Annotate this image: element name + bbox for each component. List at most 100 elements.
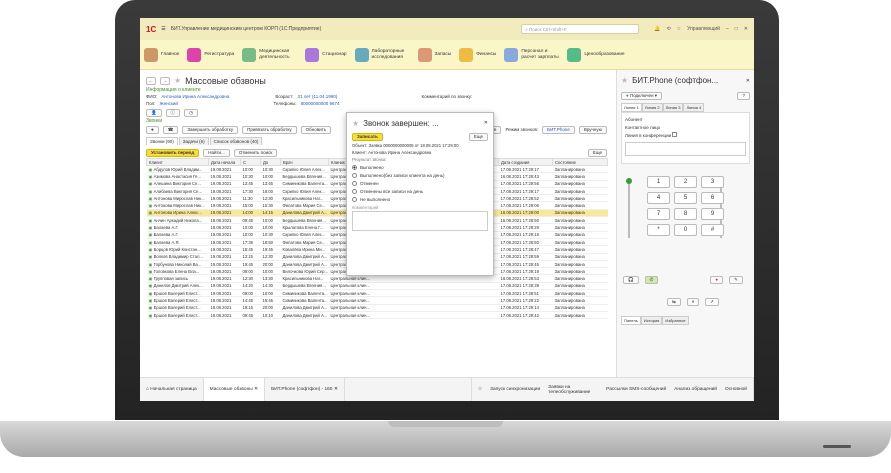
section-3[interactable]: Стационар [305,47,347,62]
fio-value[interactable]: Антонова Ирина Александровна [161,94,271,99]
conference-checkbox[interactable] [672,132,678,137]
info-icon[interactable]: ⓘ [165,108,181,117]
phone-icon[interactable]: ☎ [162,125,179,134]
column-header[interactable]: До [260,158,281,166]
volume-slider-left[interactable] [626,178,632,238]
radio-button[interactable] [352,164,357,170]
radio-button[interactable] [352,180,357,186]
section-8[interactable]: Ценообразование [567,47,625,62]
link-sync[interactable]: Запуск синхронизации [490,387,540,392]
section-6[interactable]: Финансы [459,47,496,62]
keypad-key[interactable]: 8 [674,208,697,220]
edit-icon[interactable]: ✎ [729,276,743,284]
favorite-star-icon[interactable]: ★ [174,76,181,85]
refresh-button[interactable]: Обновить [300,125,332,134]
dialog-more-button[interactable]: Еще [468,132,488,141]
section-0[interactable]: Главное [144,47,179,62]
section-5[interactable]: Запасы [417,47,451,62]
star-icon[interactable]: ☆ [677,26,681,32]
section-7[interactable]: Персонал и расчет зарплаты [504,47,559,62]
result-option[interactable]: Отменены все записи на день [352,187,488,195]
link-main[interactable]: Основной [725,387,747,392]
line-tab-3[interactable]: Линия 3 [662,103,684,112]
column-header[interactable]: Клиент [146,158,209,166]
radio-button[interactable] [352,188,357,194]
result-option[interactable]: Выполнено(без записи клиента на день) [352,171,488,179]
column-header[interactable]: Врач [280,158,329,166]
favorite-star-icon[interactable]: ★ [621,76,628,85]
column-header[interactable]: Дата начала [208,158,241,166]
cancel-search-button[interactable]: Отменить поиск [233,148,278,157]
result-option[interactable]: Не выполнено [352,195,488,203]
tab-calls[interactable]: Звонки (90) [146,137,178,145]
tab-bitphone[interactable]: БИТ.Phone (софтфон) - 160 ✕ [265,377,345,401]
table-row[interactable]: ▣ Ершов Валерий Елист... 19.08.2021 19:15 2… [146,304,608,312]
person-icon[interactable]: 👤 [146,108,162,117]
table-row[interactable]: ▣ Ершов Валерий Елист... 19.08.2021 14:45 1… [146,296,608,305]
tab-home[interactable]: ⌂ Начальная страница [140,377,204,401]
hangup-call-icon[interactable]: ● [710,276,724,284]
bind-processing-button[interactable]: Привязать обработку [242,125,297,134]
user-name[interactable]: Управляющий [687,26,720,32]
global-search-input[interactable]: ⌕ Поиск Ctrl+Shift+F [521,24,640,34]
hold-icon[interactable]: ⏸ [686,298,700,306]
forward-icon[interactable]: ➚ [705,298,719,306]
section-2[interactable]: Медицинская деятельность [242,47,297,62]
mode-manual[interactable]: Вручную [578,125,607,134]
tab-favorites[interactable]: Избранное [662,316,689,325]
link-analysis[interactable]: Анализ обращений [674,387,717,392]
dialog-close-icon[interactable]: ✕ [484,120,488,126]
keypad-key[interactable]: 4 [647,192,670,204]
keypad-key[interactable]: 9 [701,208,724,220]
history-icon[interactable]: ⟲ [666,26,670,32]
link-requests[interactable]: Заявки на телеобслуживание [548,385,598,395]
column-header[interactable]: С [240,158,261,166]
section-1[interactable]: Регистратура [187,47,234,62]
table-row[interactable]: ▣ Ершов Валерий Елист... 19.08.2021 09:00 1… [146,289,608,298]
close-icon[interactable]: ✕ [254,387,258,392]
record-button[interactable]: Записать [352,132,383,141]
keypad-key[interactable]: 0 [674,224,697,236]
find-button[interactable]: Найти... [203,148,230,157]
bell-icon[interactable]: 🔔 [654,26,660,32]
mode-bitphone[interactable]: БИТ.Phone [542,125,575,134]
result-option[interactable]: Выполнено [352,163,488,171]
result-option[interactable]: Отменен [352,179,488,187]
table-row[interactable]: ▣ Ершов Валерий Елист... 19.08.2021 09:45 1… [146,311,608,320]
link-sms[interactable]: Рассылки SMS-сообщений [606,387,666,392]
finish-processing-button[interactable]: Завершить обработку [182,125,239,134]
keypad-key[interactable]: * [647,224,670,236]
tab-tasks[interactable]: Задачи (6) [178,137,209,145]
keypad-key[interactable]: 1 [647,176,670,188]
help-button[interactable]: ? [737,91,750,100]
answer-call-icon[interactable]: ✆ [644,276,659,284]
close-icon[interactable]: ✕ [746,78,750,84]
favorites-star-icon[interactable]: ☆ [478,387,482,392]
column-header[interactable]: Дата создания [498,158,553,166]
line-tab-2[interactable]: Линия 2 [641,103,663,112]
number-input[interactable] [625,142,746,156]
radio-button[interactable] [352,172,357,178]
headset-icon[interactable]: 🎧 [623,276,639,284]
keypad-key[interactable]: 7 [647,208,670,220]
back-button[interactable]: ← [146,76,156,85]
keypad-key[interactable]: # [701,224,724,236]
status-dropdown[interactable]: ● Подключен ▾ [621,91,663,100]
keypad-key[interactable]: 6 [701,192,724,204]
table-row[interactable]: ▣ Данилов Дмитрий Алек... 19.08.2021 14:20… [146,282,608,291]
favorite-star-icon[interactable]: ★ [352,119,359,128]
close-icon[interactable]: ✕ [744,26,748,32]
set-period-button[interactable]: Установить период [146,148,200,157]
transfer-icon[interactable]: ⇆ [667,298,681,306]
forward-button[interactable]: → [160,76,170,85]
history-icon[interactable]: ◷ [184,108,199,117]
green-circle-icon[interactable]: ● [146,125,159,134]
minimize-icon[interactable]: – [726,26,729,32]
keypad-key[interactable]: 3 [701,176,724,188]
radio-button[interactable] [352,196,357,202]
comment-input[interactable] [352,211,488,231]
line-tab-1[interactable]: Линия 1 [621,103,642,112]
close-icon[interactable]: ✕ [334,387,338,392]
slider-knob[interactable] [626,178,632,184]
column-header[interactable]: Состояние [552,158,608,166]
